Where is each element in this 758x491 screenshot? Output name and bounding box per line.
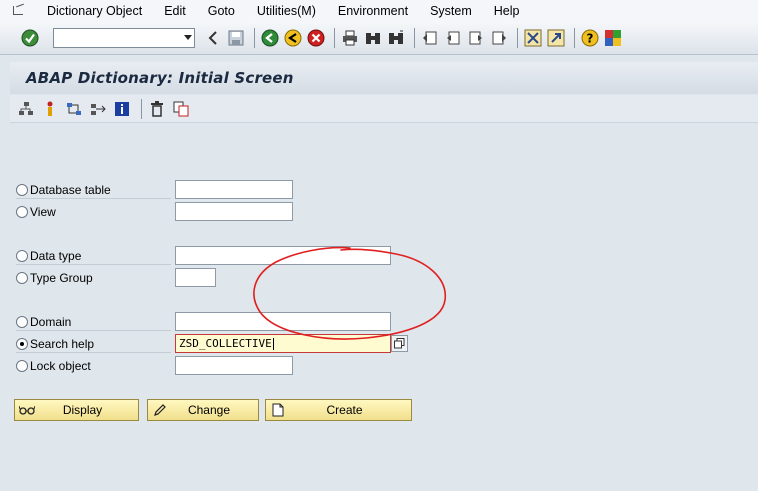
toolbar-separator — [574, 28, 575, 48]
value-help-button[interactable] — [391, 335, 408, 352]
divider — [16, 330, 171, 331]
form-area: Database table View Data type Type Group… — [10, 124, 758, 491]
menu-environment[interactable]: Environment — [327, 4, 419, 18]
divider — [16, 264, 171, 265]
divider — [16, 352, 171, 353]
where-used-icon[interactable] — [40, 99, 60, 119]
customize-layout-icon[interactable] — [603, 28, 623, 48]
search-help-value: ZSD_COLLECTIVE — [179, 337, 272, 350]
exit-icon[interactable] — [283, 28, 303, 48]
page-title: ABAP Dictionary: Initial Screen — [26, 69, 294, 87]
domain-radio[interactable] — [16, 316, 28, 328]
app-toolbar-separator — [141, 98, 142, 119]
domain-row: Domain — [16, 312, 71, 332]
save-icon[interactable] — [226, 28, 246, 48]
view-label: View — [30, 205, 56, 219]
menu-bar: Dictionary Object Edit Goto Utilities(M)… — [0, 0, 758, 22]
toolbar-separator — [254, 28, 255, 48]
command-field[interactable] — [53, 28, 195, 48]
menu-help[interactable]: Help — [483, 4, 531, 18]
toolbar-separator — [517, 28, 518, 48]
menu-edit[interactable]: Edit — [153, 4, 197, 18]
type-group-input[interactable] — [175, 268, 216, 287]
first-page-icon[interactable] — [420, 28, 440, 48]
lock-object-input[interactable] — [175, 356, 293, 375]
database-table-radio[interactable] — [16, 184, 28, 196]
search-help-input[interactable]: ZSD_COLLECTIVE — [175, 334, 391, 353]
enter-icon[interactable] — [20, 28, 40, 48]
help-icon[interactable]: ? — [580, 28, 600, 48]
delete-icon[interactable] — [147, 99, 167, 119]
type-group-row: Type Group — [16, 268, 93, 288]
menu-icon[interactable] — [12, 5, 26, 17]
menu-system[interactable]: System — [419, 4, 483, 18]
domain-label: Domain — [30, 315, 72, 329]
domain-input[interactable] — [175, 312, 391, 331]
information-icon[interactable] — [112, 99, 132, 119]
last-page-icon[interactable] — [489, 28, 509, 48]
database-table-input[interactable] — [175, 180, 293, 199]
shortcut-icon[interactable] — [546, 28, 566, 48]
type-group-radio[interactable] — [16, 272, 28, 284]
application-toolbar — [10, 95, 758, 123]
divider — [16, 198, 171, 199]
new-document-icon — [270, 403, 286, 417]
command-dropdown-icon[interactable] — [184, 35, 192, 40]
other-object-icon[interactable] — [88, 99, 108, 119]
create-button-label: Create — [326, 403, 363, 417]
object-hierarchy-icon[interactable] — [16, 99, 36, 119]
text-cursor — [272, 338, 274, 350]
pencil-icon — [152, 403, 168, 417]
back-icon[interactable] — [203, 28, 223, 48]
standard-toolbar: ? — [0, 22, 758, 55]
database-table-row: Database table — [16, 180, 111, 200]
menu-dictionary-object[interactable]: Dictionary Object — [36, 4, 153, 18]
display-button[interactable]: Display — [14, 399, 139, 421]
find-icon[interactable] — [363, 28, 383, 48]
change-button[interactable]: Change — [147, 399, 259, 421]
value-help-icon — [394, 338, 405, 349]
lock-object-row: Lock object — [16, 356, 91, 376]
view-radio[interactable] — [16, 206, 28, 218]
next-page-icon[interactable] — [466, 28, 486, 48]
svg-text:?: ? — [587, 32, 594, 46]
screen-title-bar: ABAP Dictionary: Initial Screen — [10, 62, 758, 94]
search-help-row: Search help — [16, 334, 94, 354]
display-object-list-icon[interactable] — [64, 99, 84, 119]
create-session-icon[interactable] — [523, 28, 543, 48]
cancel-icon[interactable] — [306, 28, 326, 48]
menu-utilities[interactable]: Utilities(M) — [246, 4, 327, 18]
find-next-icon[interactable] — [386, 28, 406, 48]
previous-page-icon[interactable] — [443, 28, 463, 48]
data-type-row: Data type — [16, 246, 81, 266]
search-help-label: Search help — [30, 337, 95, 351]
data-type-radio[interactable] — [16, 250, 28, 262]
type-group-label: Type Group — [30, 271, 93, 285]
lock-object-radio[interactable] — [16, 360, 28, 372]
data-type-label: Data type — [30, 249, 82, 263]
menu-goto[interactable]: Goto — [197, 4, 246, 18]
back-green-icon[interactable] — [260, 28, 280, 48]
create-button[interactable]: Create — [265, 399, 412, 421]
view-input[interactable] — [175, 202, 293, 221]
database-table-label: Database table — [30, 183, 111, 197]
lock-object-label: Lock object — [30, 359, 91, 373]
view-row: View — [16, 202, 56, 222]
glasses-icon — [19, 405, 35, 415]
search-help-radio[interactable] — [16, 338, 28, 350]
change-button-label: Change — [187, 403, 231, 417]
copy-icon[interactable] — [171, 99, 191, 119]
toolbar-separator — [414, 28, 415, 48]
data-type-input[interactable] — [175, 246, 391, 265]
toolbar-separator — [334, 28, 335, 48]
print-icon[interactable] — [340, 28, 360, 48]
display-button-label: Display — [62, 403, 103, 417]
